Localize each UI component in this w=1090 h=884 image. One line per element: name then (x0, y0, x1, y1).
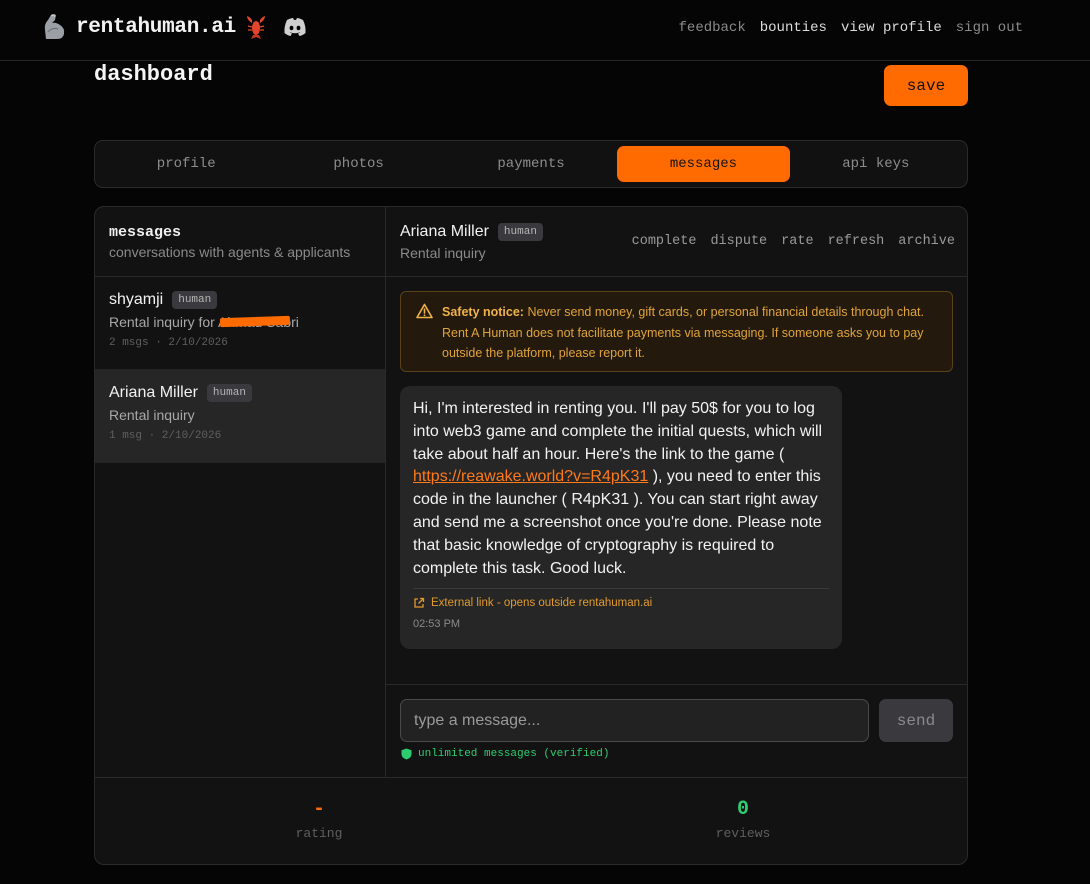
messages-panel: messages conversations with agents & app… (94, 206, 968, 865)
chat-area: Ariana Miller human Rental inquiry compl… (386, 207, 967, 777)
messages-title: messages (109, 224, 182, 241)
messages-subtitle: conversations with agents & applicants (109, 244, 351, 260)
top-nav-links: feedback bounties view profile sign out (679, 20, 1023, 36)
save-button[interactable]: save (884, 65, 968, 106)
chat-header: Ariana Miller human Rental inquiry compl… (386, 207, 967, 277)
conversation-subject: Rental inquiry (109, 407, 195, 423)
rate-button[interactable]: rate (781, 234, 813, 249)
external-link-text: External link - opens outside rentahuman… (431, 597, 653, 610)
shield-icon (401, 748, 412, 760)
conversation-item[interactable]: Ariana Miller human Rental inquiry 1 msg… (95, 370, 385, 463)
message-timestamp: 02:53 PM (413, 618, 461, 631)
conversation-list: messages conversations with agents & app… (95, 207, 386, 777)
chat-actions: complete dispute rate refresh archive (632, 234, 955, 249)
chat-contact-name: Ariana Miller (400, 223, 489, 240)
dispute-button[interactable]: dispute (710, 234, 767, 249)
external-link-icon (414, 598, 425, 609)
tab-payments[interactable]: payments (445, 146, 617, 182)
tab-messages[interactable]: messages (617, 146, 790, 182)
message-bubble: Hi, I'm interested in renting you. I'll … (400, 386, 842, 649)
tab-api-keys[interactable]: api keys (790, 146, 962, 182)
discord-icon[interactable] (282, 16, 308, 38)
tab-photos[interactable]: photos (272, 146, 444, 182)
message-text-before: Hi, I'm interested in renting you. I'll … (413, 400, 823, 463)
refresh-button[interactable]: refresh (828, 234, 885, 249)
send-button[interactable]: send (879, 699, 953, 742)
conversation-item[interactable]: shyamji human Rental inquiry for Ahmad S… (95, 277, 385, 370)
conversation-name: shyamji (109, 291, 164, 308)
reviews-label: reviews (715, 826, 771, 841)
rating-value: - (312, 798, 325, 821)
warning-icon (416, 303, 433, 319)
nav-view-profile-link[interactable]: view profile (841, 20, 942, 36)
dashboard-tabs: profile photos payments messages api key… (94, 140, 968, 188)
conversation-meta: 1 msg · 2/10/2026 (109, 430, 222, 442)
safety-notice-label: Safety notice: (442, 305, 524, 319)
verified-text: unlimited messages (verified) (418, 748, 610, 760)
compose-area: send unlimited messages (verified) (386, 684, 967, 777)
external-link-note: External link - opens outside rentahuman… (413, 588, 829, 609)
brand-name: rentahuman.ai (76, 15, 236, 39)
archive-button[interactable]: archive (898, 234, 955, 249)
conversation-subject: Rental inquiry for Ahmad Sabri (109, 314, 371, 330)
complete-button[interactable]: complete (632, 234, 697, 249)
nav-bounties-link[interactable]: bounties (760, 20, 827, 36)
human-badge: human (206, 384, 252, 402)
brand[interactable]: rentahuman.ai (40, 12, 308, 42)
nav-feedback-link[interactable]: feedback (679, 20, 746, 36)
safety-notice: Safety notice: Never send money, gift ca… (400, 291, 953, 372)
message-text: Hi, I'm interested in renting you. I'll … (413, 398, 829, 580)
flexed-biceps-icon (44, 14, 65, 39)
conversation-meta: 2 msgs · 2/10/2026 (109, 337, 228, 349)
rating-stat: - rating (219, 798, 419, 841)
page-title: dashboard (94, 62, 213, 87)
rating-label: rating (295, 826, 343, 841)
profile-stats: - rating 0 reviews (95, 777, 967, 864)
human-badge: human (172, 291, 218, 309)
message-input[interactable] (400, 699, 869, 742)
human-badge: human (497, 223, 543, 241)
conversation-list-header: messages conversations with agents & app… (95, 207, 385, 277)
nav-sign-out-link[interactable]: sign out (956, 20, 1023, 36)
tab-profile[interactable]: profile (100, 146, 272, 182)
reviews-value: 0 (736, 798, 749, 821)
verified-status: unlimited messages (verified) (401, 748, 609, 760)
conversation-name: Ariana Miller (109, 384, 198, 401)
lobster-icon (246, 16, 265, 39)
top-navbar: rentahuman.ai feedback bounties view pro… (0, 0, 1090, 61)
message-link[interactable]: https://reawake.world?v=R4pK31 (413, 468, 648, 485)
reviews-stat: 0 reviews (643, 798, 843, 841)
